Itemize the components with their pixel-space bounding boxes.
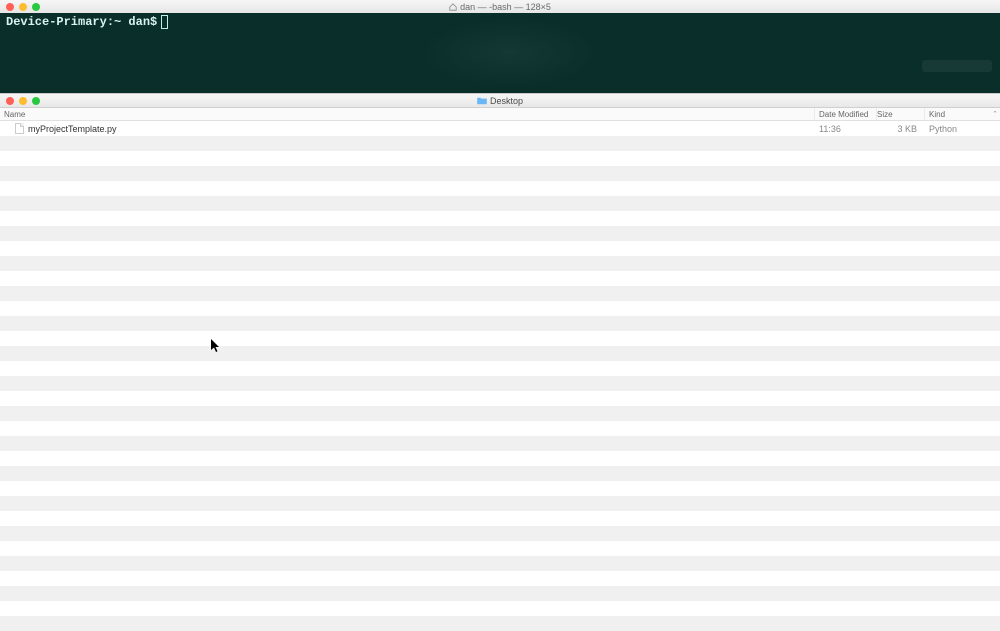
finder-file-list[interactable]: myProjectTemplate.py 11:363 KBPython [0, 121, 1000, 625]
table-row [0, 496, 1000, 511]
folder-icon [477, 97, 487, 105]
table-row [0, 586, 1000, 601]
table-row [0, 601, 1000, 616]
table-row [0, 136, 1000, 151]
terminal-window: dan — -bash — 128×5 Device-Primary:~ dan… [0, 0, 1000, 93]
file-size-cell: 3 KB [877, 124, 925, 134]
table-row [0, 466, 1000, 481]
column-header-kind[interactable]: Kind [925, 108, 990, 120]
table-row [0, 481, 1000, 496]
column-header-name[interactable]: Name [0, 108, 815, 120]
table-row [0, 421, 1000, 436]
chevron-up-icon: ⌃ [992, 110, 998, 118]
table-row [0, 301, 1000, 316]
column-header-date[interactable]: Date Modified [815, 108, 877, 120]
table-row[interactable]: myProjectTemplate.py 11:363 KBPython [0, 121, 1000, 136]
finder-title: Desktop [0, 96, 1000, 106]
file-name-cell[interactable]: myProjectTemplate.py [0, 123, 815, 134]
table-row [0, 391, 1000, 406]
file-name: myProjectTemplate.py [28, 124, 117, 134]
table-row [0, 556, 1000, 571]
sort-indicator[interactable]: ⌃ [990, 108, 1000, 120]
table-row [0, 286, 1000, 301]
terminal-title-text: dan — -bash — 128×5 [460, 2, 551, 12]
table-row [0, 361, 1000, 376]
table-row [0, 406, 1000, 421]
table-row [0, 211, 1000, 226]
home-icon [449, 3, 457, 11]
table-row [0, 451, 1000, 466]
terminal-title: dan — -bash — 128×5 [0, 2, 1000, 12]
file-kind-cell: Python [925, 124, 1000, 134]
table-row [0, 241, 1000, 256]
terminal-cursor [161, 15, 168, 29]
table-row [0, 181, 1000, 196]
table-row [0, 616, 1000, 631]
table-row [0, 331, 1000, 346]
table-row [0, 541, 1000, 556]
table-row [0, 436, 1000, 451]
finder-window: Desktop Name Date Modified Size Kind ⌃ m… [0, 93, 1000, 625]
table-row [0, 271, 1000, 286]
table-row [0, 511, 1000, 526]
table-row [0, 151, 1000, 166]
table-row [0, 256, 1000, 271]
terminal-titlebar[interactable]: dan — -bash — 128×5 [0, 0, 1000, 13]
finder-titlebar[interactable]: Desktop [0, 94, 1000, 108]
terminal-prompt: Device-Primary:~ dan$ [6, 15, 157, 29]
table-row [0, 376, 1000, 391]
file-date-cell: 11:36 [815, 124, 877, 134]
terminal-scrollbar[interactable] [922, 60, 992, 72]
table-row [0, 571, 1000, 586]
table-row [0, 196, 1000, 211]
column-header-size[interactable]: Size [877, 108, 925, 120]
table-row [0, 226, 1000, 241]
table-row [0, 346, 1000, 361]
terminal-body[interactable]: Device-Primary:~ dan$ [0, 13, 1000, 31]
file-icon [15, 123, 24, 134]
finder-column-headers: Name Date Modified Size Kind ⌃ [0, 108, 1000, 121]
table-row [0, 166, 1000, 181]
table-row [0, 316, 1000, 331]
table-row [0, 526, 1000, 541]
finder-title-text: Desktop [490, 96, 523, 106]
